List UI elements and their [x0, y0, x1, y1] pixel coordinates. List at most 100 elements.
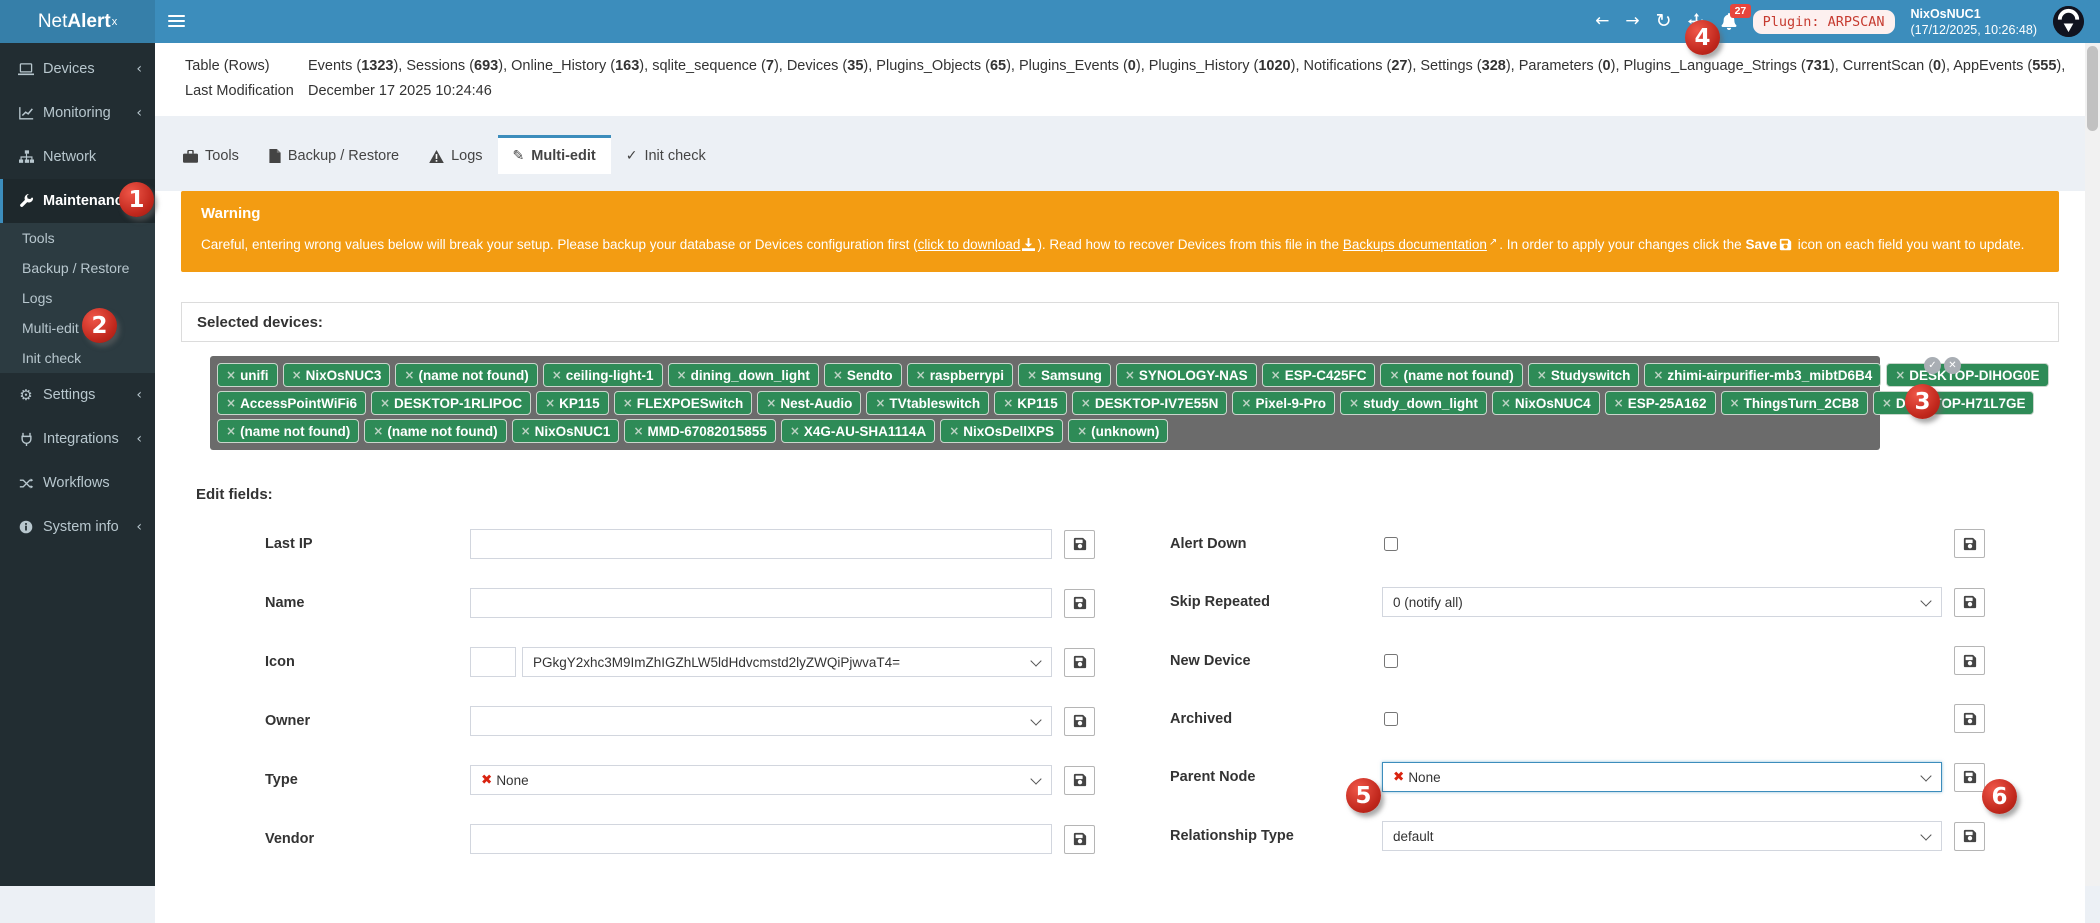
- last-ip-input[interactable]: [470, 529, 1052, 559]
- device-tag[interactable]: SYNOLOGY-NAS: [1116, 363, 1257, 387]
- remove-tag-icon[interactable]: [380, 396, 390, 410]
- device-tag[interactable]: (name not found): [395, 363, 537, 387]
- remove-tag-icon[interactable]: [226, 396, 236, 410]
- remove-tag-icon[interactable]: [677, 368, 687, 382]
- sidebar-item-tools[interactable]: Tools: [0, 223, 155, 253]
- sidebar-item-init-check[interactable]: Init check: [0, 343, 155, 373]
- tab-tools[interactable]: Tools: [168, 135, 254, 174]
- select-all-devices-button[interactable]: [1924, 357, 1941, 374]
- save-parent-node-button[interactable]: [1954, 763, 1985, 792]
- tab-multi-edit[interactable]: ✎ Multi-edit: [498, 135, 611, 174]
- save-skip-repeated-button[interactable]: [1954, 588, 1985, 617]
- save-alert-down-button[interactable]: [1954, 529, 1985, 558]
- save-new-device-button[interactable]: [1954, 646, 1985, 675]
- sidebar-item-multi-edit[interactable]: Multi-edit: [0, 313, 155, 343]
- remove-tag-icon[interactable]: [1389, 368, 1399, 382]
- download-backup-link[interactable]: click to download: [918, 237, 1021, 252]
- save-owner-button[interactable]: [1064, 707, 1095, 736]
- save-type-button[interactable]: [1064, 766, 1095, 795]
- remove-tag-icon[interactable]: [1241, 396, 1251, 410]
- device-tag[interactable]: (name not found): [1380, 363, 1522, 387]
- device-tag[interactable]: NixOsNUC4: [1492, 391, 1600, 415]
- device-tag[interactable]: NixOsNUC1: [512, 419, 620, 443]
- remove-tag-icon[interactable]: [292, 368, 302, 382]
- name-input[interactable]: [470, 588, 1052, 618]
- device-tag[interactable]: MMD-67082015855: [624, 419, 775, 443]
- icon-preview-input[interactable]: [470, 647, 516, 677]
- forward-arrow-icon[interactable]: →: [1625, 13, 1639, 30]
- save-archived-button[interactable]: [1954, 704, 1985, 733]
- icon-select[interactable]: PGkgY2xhc3M9ImZhIGZhLW5ldHdvcmstd2lyZWQi…: [522, 647, 1052, 677]
- sidebar-item-backup-restore[interactable]: Backup / Restore: [0, 253, 155, 283]
- device-tag[interactable]: DESKTOP-IV7E55N: [1072, 391, 1228, 415]
- device-tag[interactable]: ESP-25A162: [1605, 391, 1716, 415]
- remove-tag-icon[interactable]: [1081, 396, 1091, 410]
- remove-tag-icon[interactable]: [949, 424, 959, 438]
- remove-tag-icon[interactable]: [790, 424, 800, 438]
- sidebar-item-logs[interactable]: Logs: [0, 283, 155, 313]
- remove-tag-icon[interactable]: [766, 396, 776, 410]
- clear-devices-button[interactable]: [1944, 357, 1961, 374]
- device-tag[interactable]: Sendto: [824, 363, 902, 387]
- back-arrow-icon[interactable]: ←: [1595, 13, 1609, 30]
- remove-tag-icon[interactable]: [1349, 396, 1359, 410]
- remove-tag-icon[interactable]: [521, 424, 531, 438]
- device-tag[interactable]: KP115: [536, 391, 609, 415]
- device-tag[interactable]: raspberrypi: [907, 363, 1013, 387]
- device-tag[interactable]: (name not found): [364, 419, 506, 443]
- app-logo[interactable]: NetAlertx: [0, 0, 155, 43]
- scrollbar-thumb[interactable]: [2087, 46, 2098, 131]
- tab-init-check[interactable]: ✓ Init check: [611, 135, 721, 174]
- remove-tag-icon[interactable]: [1730, 396, 1740, 410]
- save-vendor-button[interactable]: [1064, 825, 1095, 854]
- skip-repeated-select[interactable]: 0 (notify all): [1382, 587, 1942, 617]
- device-tag[interactable]: NixOsNUC3: [283, 363, 391, 387]
- remove-tag-icon[interactable]: [373, 424, 383, 438]
- device-tag[interactable]: dining_down_light: [668, 363, 819, 387]
- parent-node-select[interactable]: None: [1382, 762, 1942, 792]
- device-tag[interactable]: unifi: [217, 363, 278, 387]
- sidebar-toggle-icon[interactable]: [168, 12, 188, 30]
- save-last-ip-button[interactable]: [1064, 530, 1095, 559]
- device-tag[interactable]: KP115: [994, 391, 1067, 415]
- alert-down-checkbox[interactable]: [1384, 537, 1398, 551]
- remove-tag-icon[interactable]: [1271, 368, 1281, 382]
- remove-tag-icon[interactable]: [1077, 424, 1087, 438]
- sidebar-item-monitoring[interactable]: Monitoring ‹: [0, 91, 155, 135]
- device-tag[interactable]: ThingsTurn_2CB8: [1721, 391, 1868, 415]
- new-device-checkbox[interactable]: [1384, 654, 1398, 668]
- device-tag[interactable]: FLEXPOESwitch: [614, 391, 753, 415]
- remove-tag-icon[interactable]: [1653, 368, 1663, 382]
- user-avatar[interactable]: [2053, 6, 2084, 37]
- vendor-input[interactable]: [470, 824, 1052, 854]
- device-tag[interactable]: (name not found): [217, 419, 359, 443]
- remove-tag-icon[interactable]: [1895, 368, 1905, 382]
- remove-tag-icon[interactable]: [1501, 396, 1511, 410]
- device-tag[interactable]: DESKTOP-DIHOG0E: [1886, 363, 2048, 387]
- device-tag[interactable]: X4G-AU-SHA1114A: [781, 419, 935, 443]
- remove-tag-icon[interactable]: [1614, 396, 1624, 410]
- remove-tag-icon[interactable]: [875, 396, 885, 410]
- device-tag[interactable]: Studyswitch: [1528, 363, 1640, 387]
- remove-tag-icon[interactable]: [633, 424, 643, 438]
- tab-backup-restore[interactable]: Backup / Restore: [254, 135, 414, 174]
- owner-select[interactable]: [470, 706, 1052, 736]
- device-tag[interactable]: DESKTOP-1RLIPOC: [371, 391, 531, 415]
- plugin-status-badge[interactable]: Plugin: ARPSCAN: [1753, 10, 1895, 34]
- device-tag[interactable]: (unknown): [1068, 419, 1168, 443]
- remove-tag-icon[interactable]: [1537, 368, 1547, 382]
- device-tag[interactable]: Pixel-9-Pro: [1232, 391, 1335, 415]
- sidebar-item-integrations[interactable]: Integrations ‹: [0, 417, 155, 461]
- refresh-icon[interactable]: ↻: [1656, 12, 1672, 31]
- save-icon-button[interactable]: [1064, 648, 1095, 677]
- device-tag[interactable]: NixOsDellXPS: [940, 419, 1063, 443]
- sidebar-item-devices[interactable]: Devices ‹: [0, 47, 155, 91]
- remove-tag-icon[interactable]: [552, 368, 562, 382]
- remove-tag-icon[interactable]: [916, 368, 926, 382]
- notifications-bell-icon[interactable]: 27: [1721, 13, 1737, 30]
- sidebar-item-settings[interactable]: ⚙ Settings ‹: [0, 373, 155, 417]
- save-name-button[interactable]: [1064, 589, 1095, 618]
- device-tag[interactable]: ceiling-light-1: [543, 363, 663, 387]
- tab-logs[interactable]: Logs: [414, 135, 497, 174]
- remove-tag-icon[interactable]: [1882, 396, 1892, 410]
